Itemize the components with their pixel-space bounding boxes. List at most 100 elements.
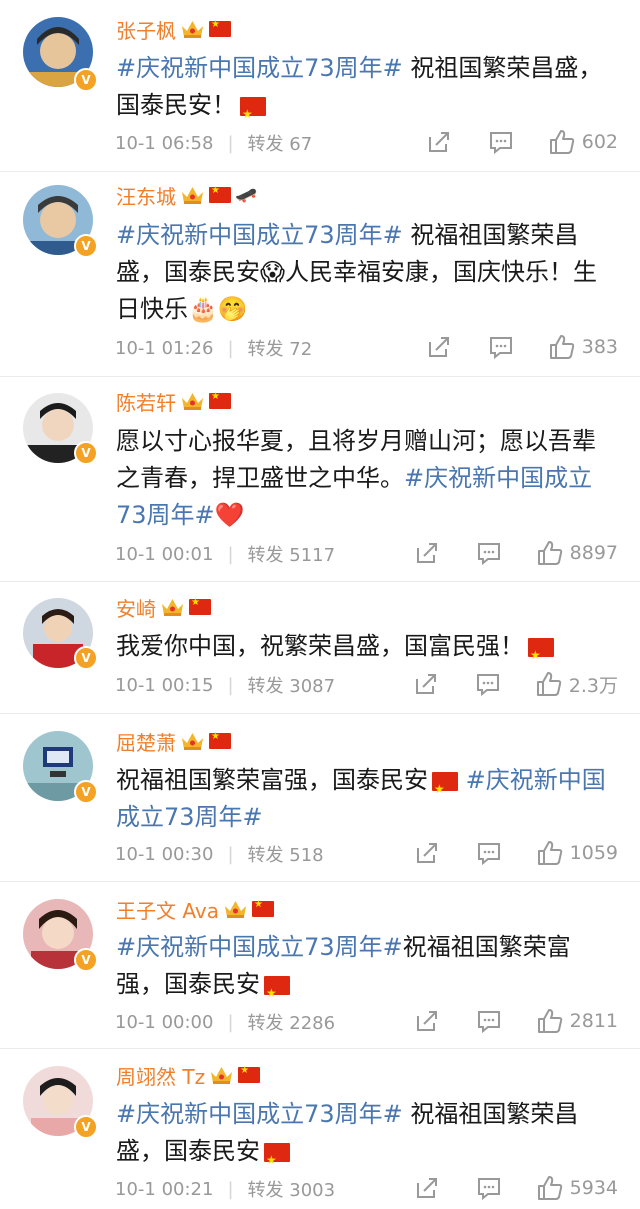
share-icon[interactable]	[426, 129, 452, 155]
hashtag-link[interactable]: #庆祝新中国成立73周年#	[116, 54, 403, 82]
name-row: 周翊然 Tz	[116, 1060, 261, 1090]
post-text: 祝福祖国繁荣富强，国泰民安 #庆祝新中国成立73周年#	[116, 762, 616, 836]
action-bar: 2.3万	[413, 670, 618, 698]
post-text-fragment: 祝福祖国繁荣富强，国泰民安	[116, 766, 428, 794]
post-wangdongcheng: V 汪东城 🛹 #庆祝新中国成立73周年# 祝福祖国繁荣昌盛，国泰民安😱人民幸福…	[0, 172, 640, 377]
share-icon[interactable]	[414, 540, 440, 566]
emoji-icon: ❤️	[214, 501, 245, 529]
thumbs-up-icon	[549, 130, 574, 154]
china-flag-icon	[209, 731, 231, 749]
china-flag-icon	[209, 185, 231, 203]
china-flag-icon	[209, 19, 231, 37]
post-anqi: V 安崎 我爱你中国，祝繁荣昌盛，国富民强！ 10-1 00:15 | 转发 3…	[0, 582, 640, 714]
emoji-icon: 🎂	[188, 295, 218, 323]
verified-badge: V	[74, 68, 98, 92]
post-time: 10-1 00:01	[115, 543, 214, 565]
share-icon[interactable]	[413, 671, 439, 697]
like-button[interactable]: 2.3万	[535, 670, 618, 698]
like-button[interactable]: 5934	[536, 1174, 618, 1202]
like-count: 602	[581, 131, 618, 153]
post-zhangzifeng: V 张子枫 #庆祝新中国成立73周年# 祝祖国繁荣昌盛，国泰民安！ 10-1 0…	[0, 0, 640, 172]
repost-count[interactable]: 转发 518	[248, 841, 324, 867]
thumbs-up-icon	[549, 335, 574, 359]
like-button[interactable]: 383	[548, 333, 618, 361]
crown-badge-icon	[182, 733, 203, 750]
comment-icon[interactable]	[488, 129, 514, 155]
username[interactable]: 张子枫	[116, 15, 176, 44]
post-chenruoxuan: V 陈若轩 愿以寸心报华夏，且将岁月赠山河；愿以吾辈之青春，捍卫盛世之中华。#庆…	[0, 377, 640, 582]
repost-count[interactable]: 转发 67	[248, 130, 313, 156]
share-icon[interactable]	[426, 334, 452, 360]
comment-icon[interactable]	[475, 671, 501, 697]
like-button[interactable]: 602	[548, 128, 618, 156]
emoji-icon: 🤭	[217, 295, 248, 323]
action-bar: 2811	[414, 1007, 618, 1035]
like-count: 8897	[569, 542, 618, 564]
china-flag-icon	[189, 597, 211, 615]
share-icon[interactable]	[414, 1175, 440, 1201]
post-text-fragment	[458, 766, 466, 794]
thumbs-up-icon	[537, 841, 562, 865]
username[interactable]: 屈楚萧	[116, 727, 176, 756]
like-count: 1059	[569, 842, 618, 864]
weibo-comment-feed: V 张子枫 #庆祝新中国成立73周年# 祝祖国繁荣昌盛，国泰民安！ 10-1 0…	[0, 0, 640, 1209]
hashtag-link[interactable]: #庆祝新中国成立73周年#	[116, 933, 403, 961]
action-bar: 5934	[414, 1174, 618, 1202]
username[interactable]: 汪东城	[116, 181, 176, 210]
post-quchuxiao: V 屈楚萧 祝福祖国繁荣富强，国泰民安 #庆祝新中国成立73周年# 10-1 0…	[0, 714, 640, 882]
comment-icon[interactable]	[476, 840, 502, 866]
repost-count[interactable]: 转发 5117	[248, 541, 336, 567]
username[interactable]: 陈若轩	[116, 387, 176, 416]
name-row: 陈若轩	[116, 386, 231, 416]
username[interactable]: 周翊然 Tz	[116, 1061, 205, 1090]
username[interactable]: 安崎	[116, 593, 156, 622]
comment-icon[interactable]	[488, 334, 514, 360]
like-button[interactable]: 1059	[536, 839, 618, 867]
hashtag-link[interactable]: #庆祝新中国成立73周年#	[116, 1100, 403, 1128]
post-time: 10-1 01:26	[115, 337, 214, 359]
china-flag-icon	[251, 899, 274, 917]
post-time: 10-1 00:00	[115, 1011, 214, 1033]
post-wangziwen: V 王子文 Ava #庆祝新中国成立73周年#祝福祖国繁荣富强，国泰民安 10-…	[0, 882, 640, 1049]
china-flag-icon	[528, 637, 554, 674]
comment-icon[interactable]	[476, 1175, 502, 1201]
like-button[interactable]: 8897	[536, 539, 618, 567]
username[interactable]: 王子文 Ava	[116, 895, 219, 924]
verified-badge: V	[74, 948, 98, 972]
china-flag-icon	[240, 96, 266, 133]
post-text: #庆祝新中国成立73周年#祝福祖国繁荣富强，国泰民安	[116, 929, 616, 1012]
hashtag-link[interactable]: #庆祝新中国成立73周年#	[116, 221, 403, 249]
china-flag-icon	[238, 1065, 261, 1083]
crown-badge-icon	[182, 187, 203, 204]
share-icon[interactable]	[414, 840, 440, 866]
divider: |	[227, 1178, 234, 1200]
divider: |	[227, 337, 234, 359]
repost-count[interactable]: 转发 3003	[248, 1176, 336, 1202]
china-flag-icon	[209, 391, 231, 409]
post-time: 10-1 00:15	[115, 674, 214, 696]
post-zhouyiran: V 周翊然 Tz #庆祝新中国成立73周年# 祝福祖国繁荣昌盛，国泰民安 10-…	[0, 1049, 640, 1209]
share-icon[interactable]	[414, 1008, 440, 1034]
post-text: 我爱你中国，祝繁荣昌盛，国富民强！	[116, 628, 616, 674]
emoji-icon: 😱	[260, 258, 286, 286]
like-button[interactable]: 2811	[536, 1007, 618, 1035]
skateboard-icon: 🛹	[235, 184, 258, 206]
repost-count[interactable]: 转发 3087	[248, 672, 336, 698]
comment-icon[interactable]	[476, 540, 502, 566]
comment-icon[interactable]	[476, 1008, 502, 1034]
china-flag-icon	[264, 975, 290, 1012]
verified-badge: V	[74, 1115, 98, 1139]
crown-badge-icon	[182, 393, 203, 410]
post-time: 10-1 00:30	[115, 843, 214, 865]
like-count: 2811	[569, 1010, 618, 1032]
repost-count[interactable]: 转发 2286	[248, 1009, 336, 1035]
thumbs-up-icon	[537, 1176, 562, 1200]
post-text: 愿以寸心报华夏，且将岁月赠山河；愿以吾辈之青春，捍卫盛世之中华。#庆祝新中国成立…	[116, 423, 616, 534]
action-bar: 1059	[414, 839, 618, 867]
verified-badge: V	[74, 441, 98, 465]
action-bar: 383	[426, 333, 618, 361]
name-row: 汪东城 🛹	[116, 180, 257, 210]
crown-badge-icon	[211, 1067, 233, 1084]
verified-badge: V	[74, 646, 98, 670]
repost-count[interactable]: 转发 72	[248, 335, 313, 361]
